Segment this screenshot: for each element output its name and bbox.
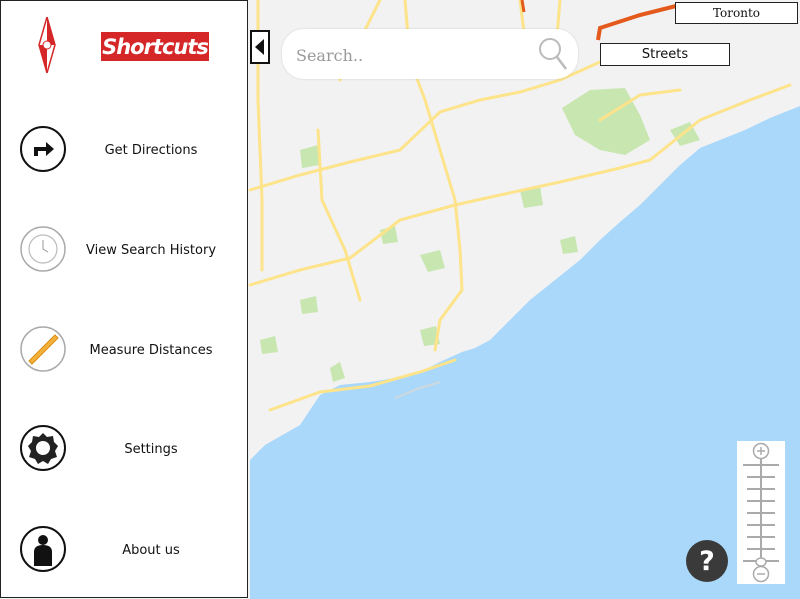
layer-toggle-button[interactable]: Streets bbox=[600, 43, 730, 66]
menu-label-settings: Settings bbox=[124, 441, 178, 457]
help-button[interactable]: ? bbox=[686, 540, 728, 582]
menu-item-about-us[interactable]: About us bbox=[1, 505, 247, 595]
menu-label-view-search-history: View Search History bbox=[85, 242, 217, 258]
menu-item-view-search-history[interactable]: View Search History bbox=[1, 205, 247, 295]
location-label: Toronto bbox=[675, 2, 798, 24]
zoom-out-button[interactable] bbox=[752, 565, 770, 583]
search-input[interactable] bbox=[294, 41, 538, 69]
minus-icon bbox=[752, 565, 770, 583]
shortcuts-sidebar: Shortcuts Get Directions View Search His… bbox=[0, 0, 248, 598]
zoom-in-button[interactable] bbox=[752, 442, 770, 460]
gear-icon bbox=[20, 425, 66, 471]
search-bar bbox=[282, 29, 578, 79]
menu-item-get-directions[interactable]: Get Directions bbox=[1, 105, 247, 195]
triangle-left-icon bbox=[255, 39, 264, 55]
person-icon bbox=[20, 526, 66, 572]
compass-icon bbox=[35, 14, 59, 76]
turn-right-arrow-icon bbox=[20, 126, 66, 172]
ruler-icon bbox=[20, 326, 66, 372]
search-icon[interactable] bbox=[538, 35, 568, 73]
menu-item-settings[interactable]: Settings bbox=[1, 404, 247, 494]
menu-item-measure-distances[interactable]: Measure Distances bbox=[1, 305, 247, 395]
plus-icon bbox=[752, 442, 770, 460]
menu-label-get-directions: Get Directions bbox=[104, 142, 198, 158]
app-logo: Shortcuts bbox=[101, 32, 209, 61]
menu-label-measure-distances: Measure Distances bbox=[89, 342, 213, 358]
collapse-sidebar-button[interactable] bbox=[250, 30, 270, 64]
clock-icon bbox=[20, 226, 66, 272]
zoom-control bbox=[737, 441, 785, 584]
menu-label-about-us: About us bbox=[122, 542, 180, 558]
